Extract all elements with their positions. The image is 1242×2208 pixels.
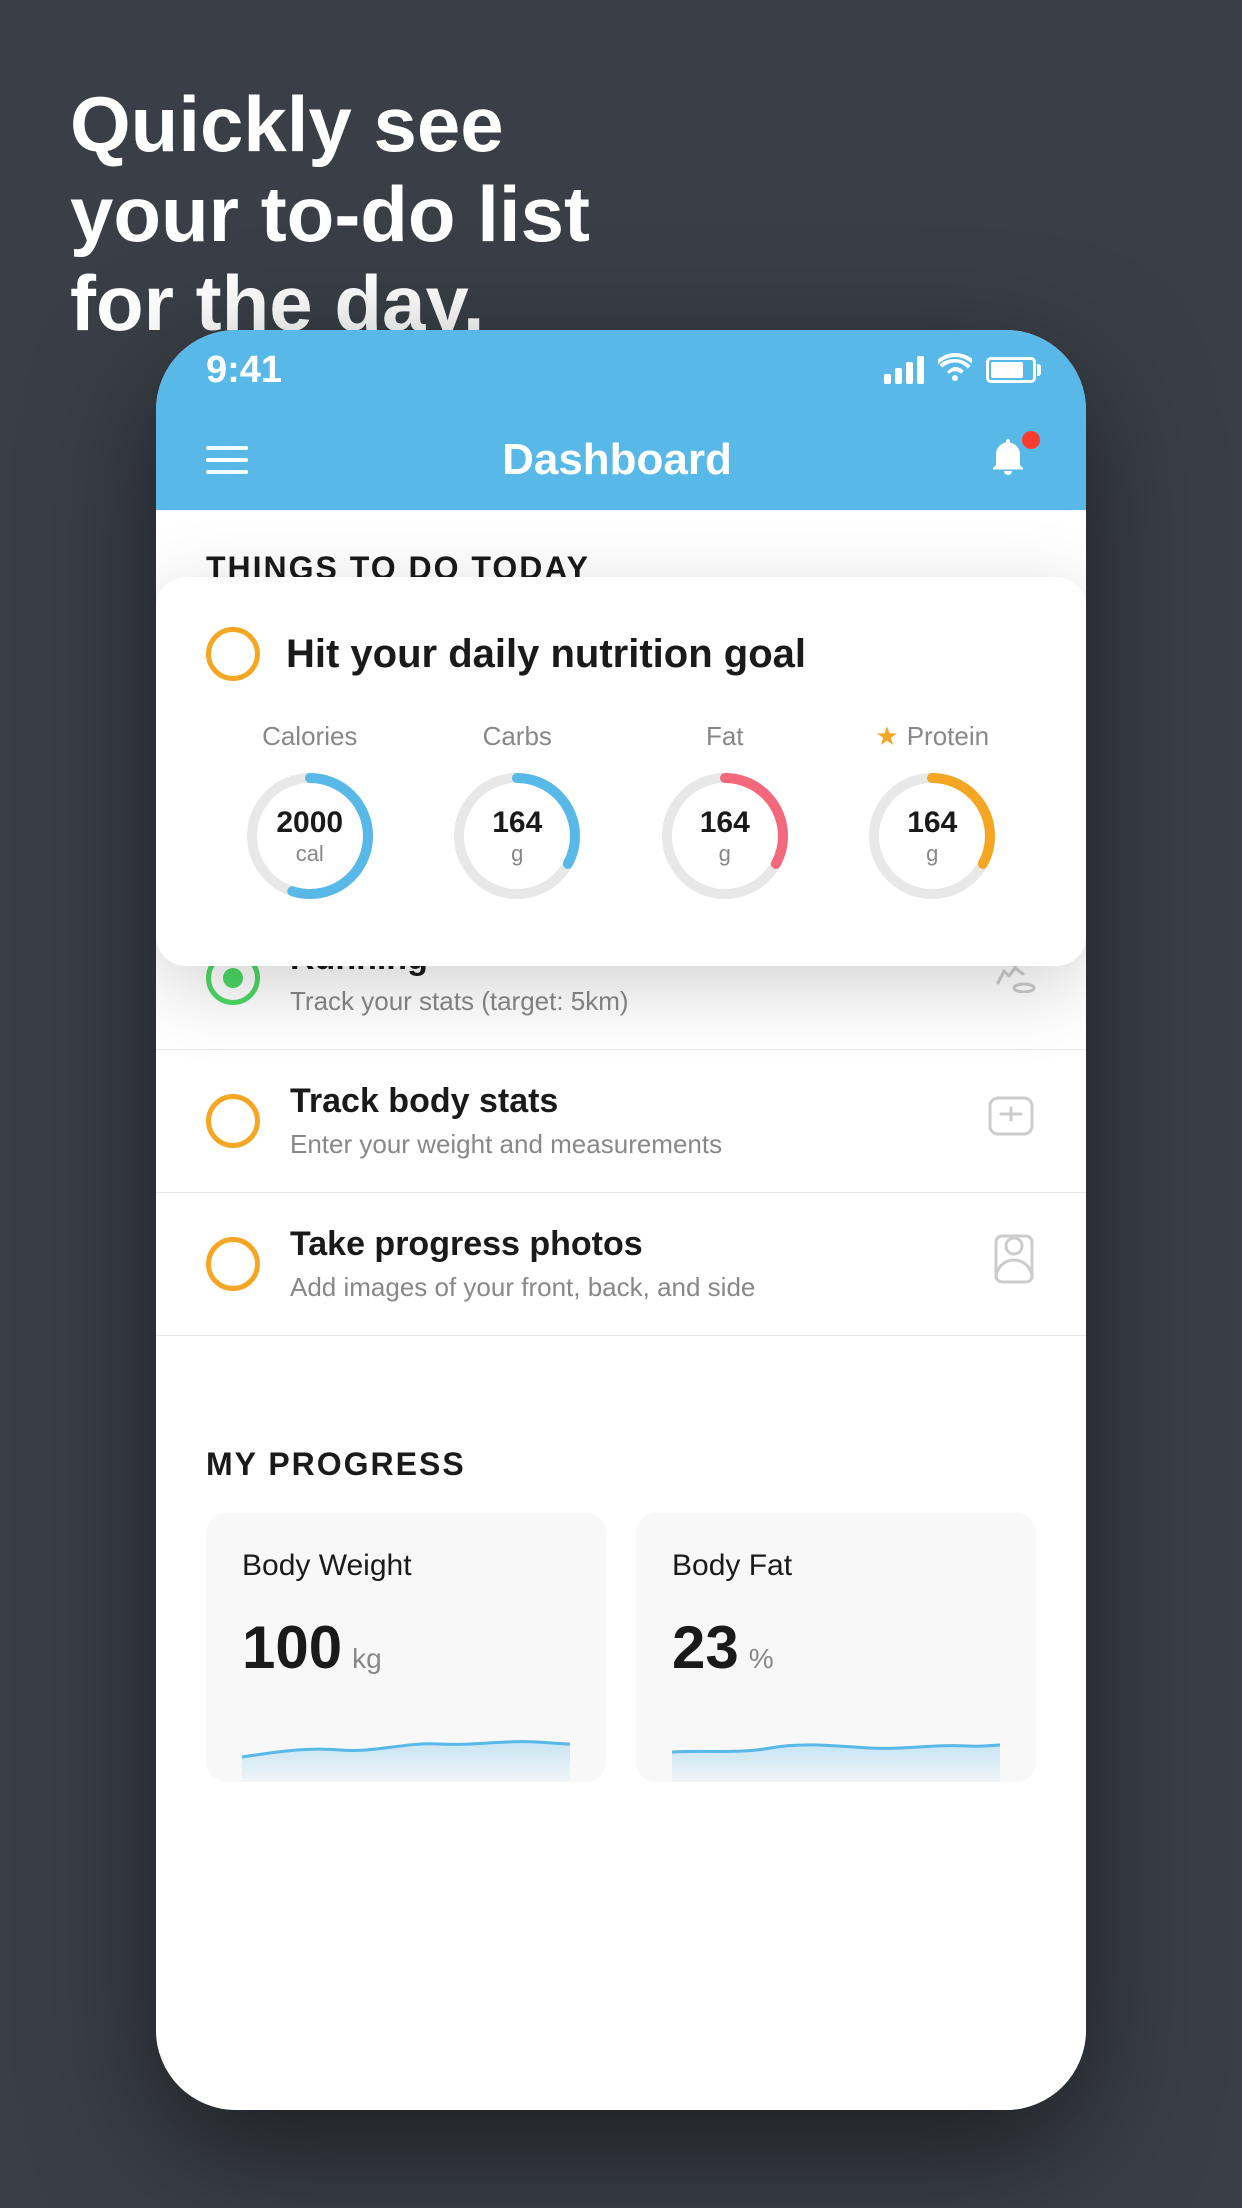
todo-list: Running Track your stats (target: 5km)	[156, 907, 1086, 1336]
todo-progress-photos[interactable]: Take progress photos Add images of your …	[156, 1193, 1086, 1336]
person-icon	[992, 1234, 1036, 1294]
notification-badge	[1022, 431, 1040, 449]
nutrition-circles: Calories 2000 cal	[206, 721, 1036, 906]
body-fat-card: Body Fat 23 %	[636, 1513, 1036, 1782]
body-weight-value: 100	[242, 1613, 342, 1682]
nutrition-card: Hit your daily nutrition goal Calories	[156, 577, 1086, 966]
running-desc: Track your stats (target: 5km)	[290, 986, 956, 1017]
fat-label: Fat	[706, 721, 744, 752]
nutrition-carbs: Carbs 164 g	[447, 721, 587, 906]
wifi-icon	[938, 353, 972, 388]
fat-value: 164	[700, 805, 750, 841]
body-fat-unit: %	[749, 1643, 774, 1675]
nutrition-fat: Fat 164 g	[655, 721, 795, 906]
progress-title: MY PROGRESS	[206, 1446, 1036, 1483]
calories-value: 2000	[276, 805, 343, 841]
progress-photos-name: Take progress photos	[290, 1225, 962, 1264]
body-weight-title: Body Weight	[242, 1549, 570, 1583]
body-weight-unit: kg	[352, 1643, 382, 1675]
calories-unit: cal	[276, 841, 343, 867]
battery-icon	[986, 357, 1036, 383]
progress-cards: Body Weight 100 kg	[206, 1513, 1036, 1782]
body-fat-chart	[672, 1712, 1000, 1782]
app-header: Dashboard	[156, 410, 1086, 510]
protein-label: ★ Protein	[875, 721, 989, 752]
calories-donut: 2000 cal	[240, 766, 380, 906]
nutrition-calories: Calories 2000 cal	[240, 721, 380, 906]
star-icon: ★	[875, 721, 898, 752]
carbs-value: 164	[492, 805, 542, 841]
progress-section: MY PROGRESS Body Weight 100 kg	[156, 1396, 1086, 1782]
progress-photos-desc: Add images of your front, back, and side	[290, 1272, 962, 1303]
body-stats-circle	[206, 1094, 260, 1148]
body-weight-card: Body Weight 100 kg	[206, 1513, 606, 1782]
carbs-label: Carbs	[483, 721, 552, 752]
fat-unit: g	[700, 841, 750, 867]
signal-icon	[884, 356, 924, 384]
body-fat-title: Body Fat	[672, 1549, 1000, 1583]
carbs-donut: 164 g	[447, 766, 587, 906]
todo-body-stats[interactable]: Track body stats Enter your weight and m…	[156, 1050, 1086, 1193]
hamburger-menu[interactable]	[206, 446, 248, 474]
protein-value: 164	[907, 805, 957, 841]
progress-photos-circle	[206, 1237, 260, 1291]
protein-donut: 164 g	[862, 766, 1002, 906]
nutrition-circle-check	[206, 627, 260, 681]
status-bar: 9:41	[156, 330, 1086, 410]
app-content: THINGS TO DO TODAY Hit your daily nutrit…	[156, 510, 1086, 2110]
nutrition-protein: ★ Protein 164 g	[862, 721, 1002, 906]
status-time: 9:41	[206, 349, 282, 392]
scale-icon	[986, 1094, 1036, 1148]
body-weight-chart	[242, 1712, 570, 1782]
notification-button[interactable]	[986, 435, 1036, 485]
body-stats-name: Track body stats	[290, 1082, 956, 1121]
fat-donut: 164 g	[655, 766, 795, 906]
protein-unit: g	[907, 841, 957, 867]
phone-screen: 9:41 Dashboard	[156, 330, 1086, 2110]
background-headline: Quickly see your to-do list for the day.	[70, 80, 590, 349]
phone-mockup: 9:41 Dashboard	[156, 330, 1086, 2110]
calories-label: Calories	[262, 721, 357, 752]
nutrition-card-title: Hit your daily nutrition goal	[286, 632, 806, 677]
app-title: Dashboard	[502, 435, 732, 485]
body-stats-desc: Enter your weight and measurements	[290, 1129, 956, 1160]
status-icons	[884, 353, 1036, 388]
body-fat-value: 23	[672, 1613, 739, 1682]
carbs-unit: g	[492, 841, 542, 867]
